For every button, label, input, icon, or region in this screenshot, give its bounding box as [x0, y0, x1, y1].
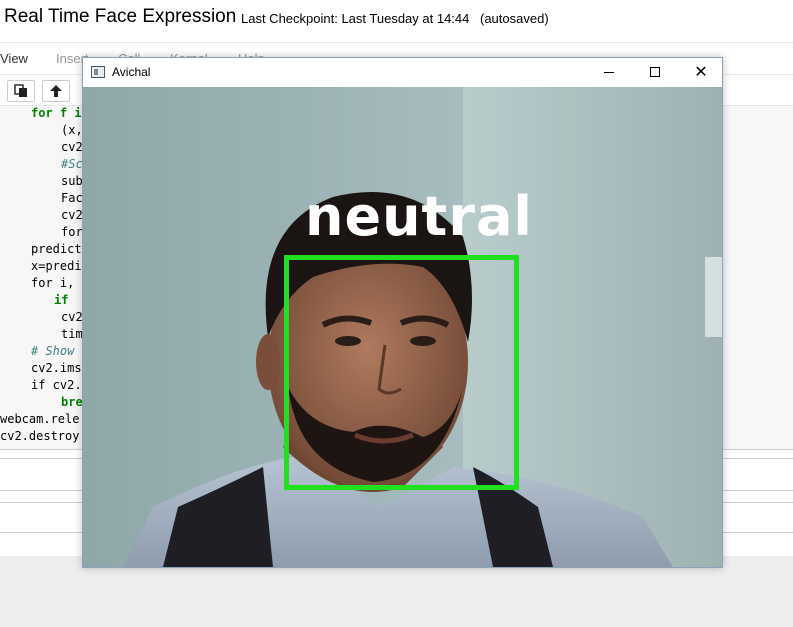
code-line: tim	[61, 327, 83, 341]
code-line: bre	[61, 395, 83, 409]
arrow-up-icon	[50, 85, 62, 97]
window-titlebar[interactable]: Avichal ✕	[83, 58, 722, 87]
code-line: if	[54, 293, 69, 307]
code-line: (x,	[61, 123, 83, 137]
code-line: for	[61, 225, 83, 239]
close-icon: ✕	[694, 64, 708, 81]
minimize-button[interactable]	[586, 58, 632, 87]
copy-icon	[14, 84, 27, 97]
code-line: cv2.ims	[31, 361, 82, 375]
code-line: #Sc	[61, 157, 83, 171]
code-line: x=predi	[31, 259, 82, 273]
code-line: Fac	[61, 191, 83, 205]
notebook-header: Real Time Face Expression Last Checkpoin…	[0, 0, 793, 42]
code-line: webcam.rele	[0, 412, 80, 426]
code-line: cv2	[61, 310, 83, 324]
expression-label: neutral	[305, 185, 533, 248]
menu-view[interactable]: View	[0, 51, 28, 66]
code-line: sub	[61, 174, 83, 188]
code-line: # Show	[31, 344, 75, 358]
face-detection-box	[284, 255, 519, 490]
checkpoint-status: Last Checkpoint: Last Tuesday at 14:44	[241, 11, 470, 26]
minimize-icon	[604, 72, 614, 73]
close-button[interactable]: ✕	[678, 58, 724, 87]
code-line: predict	[31, 242, 82, 256]
autosave-status: (autosaved)	[480, 11, 549, 26]
maximize-button[interactable]	[632, 58, 678, 87]
code-line: for i,	[31, 276, 75, 290]
copy-button[interactable]	[7, 80, 35, 102]
window-title: Avichal	[112, 65, 151, 79]
code-line: if cv2.	[31, 378, 82, 392]
code-line: cv2	[61, 140, 83, 154]
maximize-icon	[650, 67, 660, 77]
webcam-frame: neutral	[83, 87, 722, 567]
notebook-title[interactable]: Real Time Face Expression	[4, 6, 236, 28]
window-app-icon	[91, 66, 105, 78]
code-line: cv2.destroy	[0, 429, 80, 443]
move-up-button[interactable]	[42, 80, 70, 102]
opencv-window[interactable]: Avichal ✕ neutral	[82, 57, 723, 568]
code-line: for f i	[31, 106, 82, 120]
code-line: cv2	[61, 208, 83, 222]
